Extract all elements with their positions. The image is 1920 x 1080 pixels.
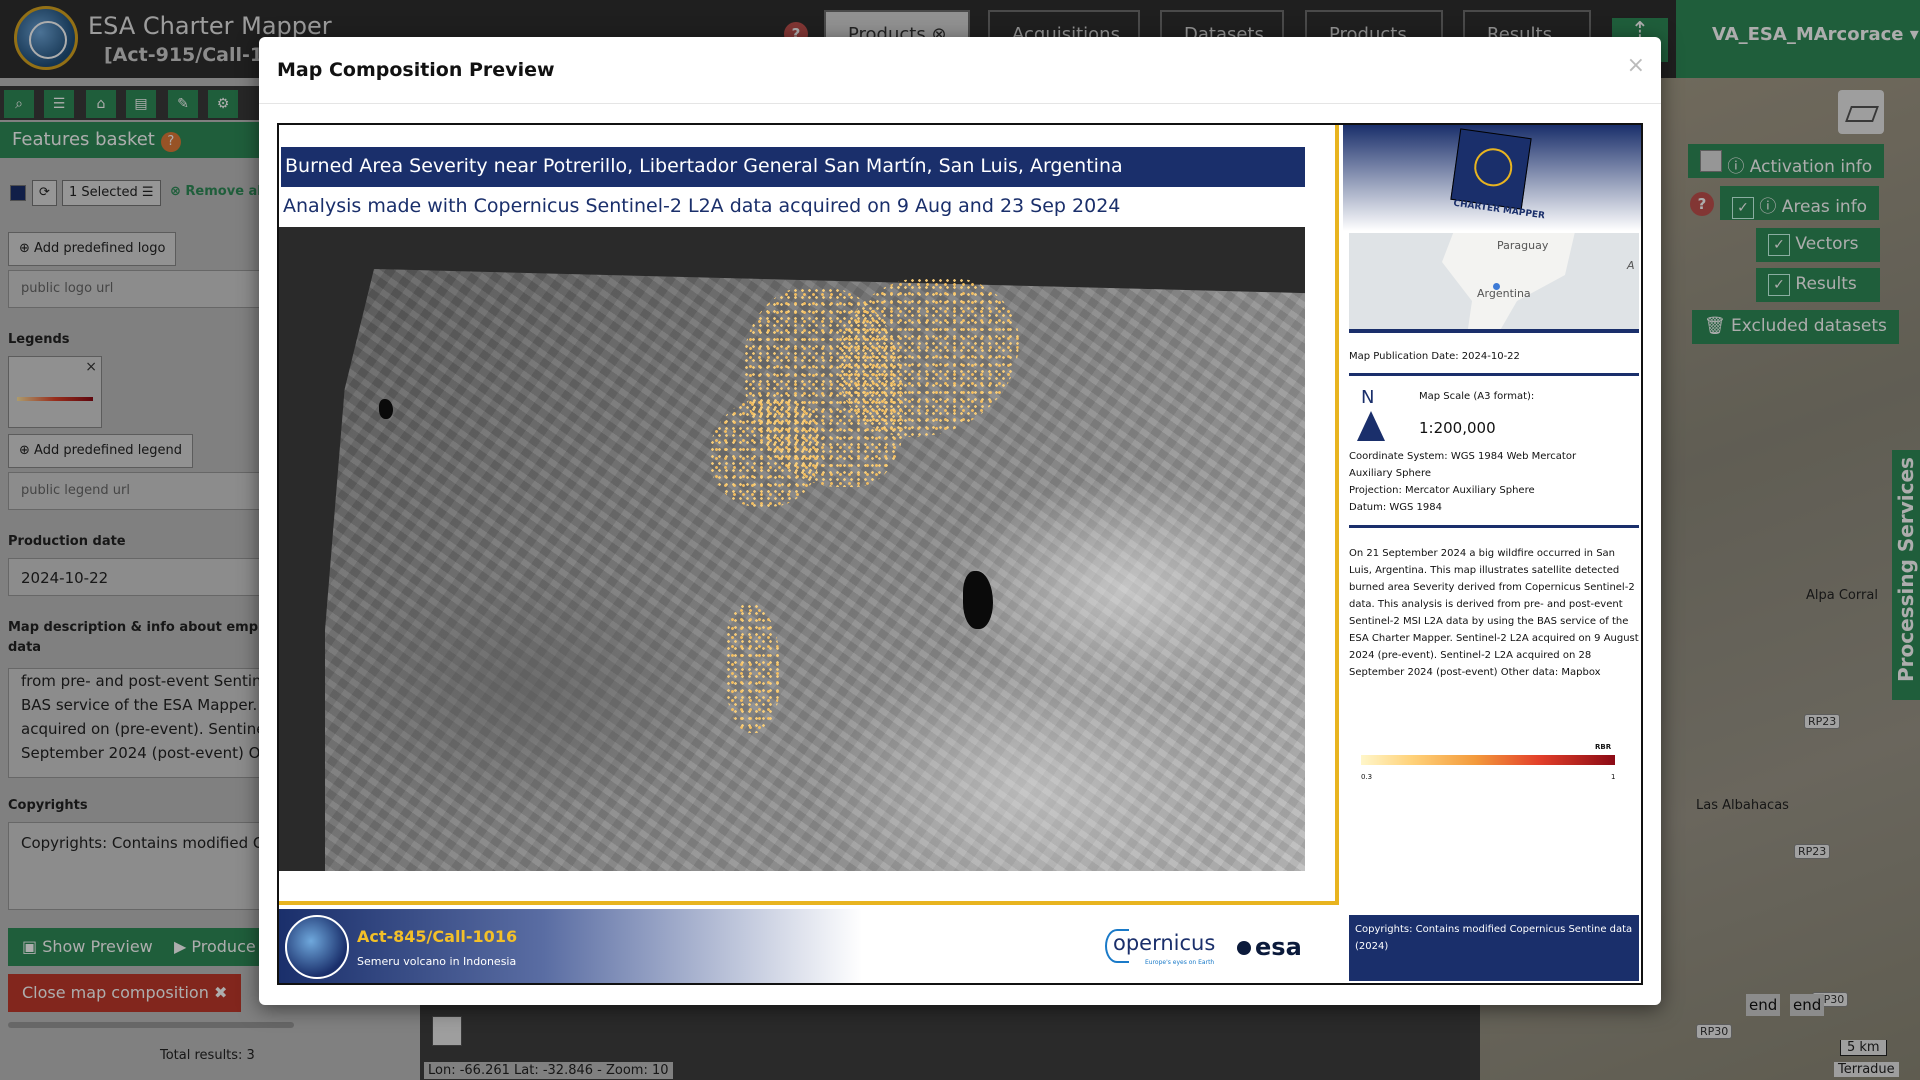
modal-title: Map Composition Preview (277, 59, 555, 81)
coordinate-system: Auxiliary Sphere (1349, 468, 1431, 479)
aoi-marker (1493, 283, 1500, 290)
legend-min: 0.3 (1361, 773, 1373, 781)
publication-date: Map Publication Date: 2024-10-22 (1349, 351, 1520, 362)
sidebar-divider (1349, 373, 1639, 376)
sidebar-header: CHARTER MAPPER (1343, 125, 1641, 231)
datum: Datum: WGS 1984 (1349, 502, 1442, 513)
copernicus-tagline: Europe's eyes on Earth (1145, 959, 1215, 966)
close-icon[interactable]: × (1627, 53, 1645, 78)
scale-label: Map Scale (A3 format): (1419, 391, 1535, 402)
inset-label: Paraguay (1497, 239, 1549, 252)
composition-main: Burned Area Severity near Potrerillo, Li… (279, 125, 1339, 905)
north-label: N (1361, 387, 1375, 408)
satellite-image (279, 227, 1305, 871)
map-composition-modal: Map Composition Preview × Burned Area Se… (259, 37, 1661, 1005)
composition-footer: Act-845/Call-1016 Semeru volcano in Indo… (279, 909, 1339, 983)
inset-map: Paraguay Argentina A (1349, 233, 1639, 333)
esa-wordmark: esa (1255, 933, 1302, 961)
map-title: Burned Area Severity near Potrerillo, Li… (281, 147, 1305, 187)
globe-logo (285, 915, 349, 979)
map-description: On 21 September 2024 a big wildfire occu… (1349, 548, 1639, 678)
copyright-box: Copyrights: Contains modified Copernicus… (1349, 915, 1639, 981)
scale-value: 1:200,000 (1419, 419, 1496, 437)
map-subtitle: Analysis made with Copernicus Sentinel-2… (283, 195, 1121, 217)
footer-activation: Act-845/Call-1016 (357, 927, 518, 946)
coordinate-system: Coordinate System: WGS 1984 Web Mercator (1349, 451, 1577, 462)
legend-title: RBR (1595, 743, 1612, 751)
inset-label: Argentina (1477, 287, 1531, 300)
sidebar-divider (1349, 525, 1639, 528)
charter-mapper-logo (1450, 128, 1532, 210)
north-arrow-icon (1357, 411, 1385, 441)
modal-divider (259, 103, 1661, 104)
footer-subtitle: Semeru volcano in Indonesia (357, 955, 517, 968)
inset-label: A (1627, 259, 1635, 272)
copernicus-wordmark: opernicus (1113, 931, 1216, 955)
rbr-legend-bar (1361, 755, 1615, 765)
projection: Projection: Mercator Auxiliary Sphere (1349, 485, 1535, 496)
burn-scar-dark (379, 399, 393, 419)
legend-max: 1 (1611, 773, 1616, 781)
esa-logo (1237, 941, 1251, 955)
map-composition: Burned Area Severity near Potrerillo, Li… (277, 123, 1643, 985)
composition-sidebar: CHARTER MAPPER Paraguay Argentina A Map … (1343, 125, 1641, 983)
